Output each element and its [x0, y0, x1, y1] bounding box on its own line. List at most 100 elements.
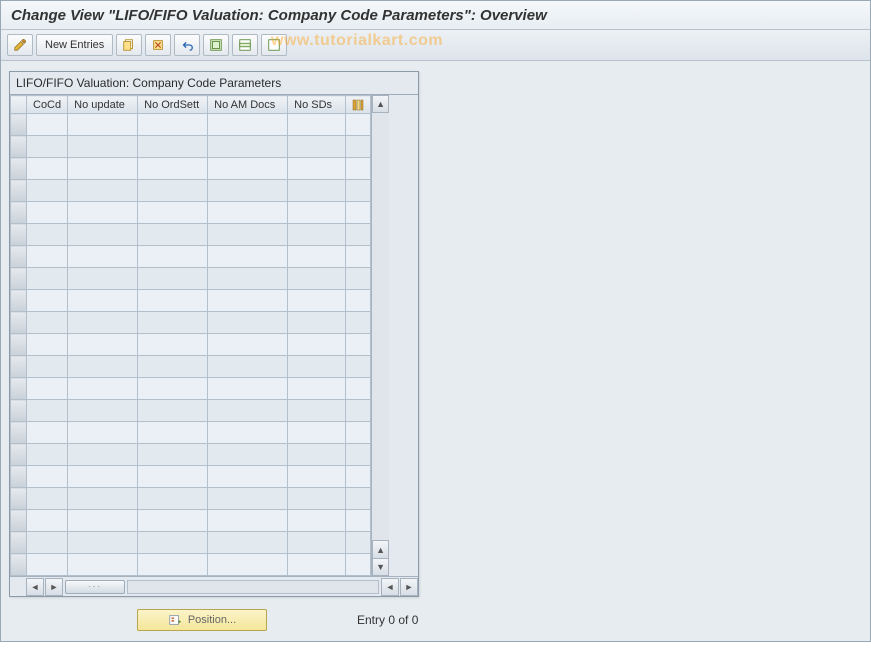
col-header-noordsett[interactable]: No OrdSett	[138, 96, 208, 114]
cell-noamdocs[interactable]	[208, 114, 288, 136]
cell-noamdocs[interactable]	[208, 158, 288, 180]
cell-cocd[interactable]	[27, 554, 68, 576]
cell-cocd[interactable]	[27, 136, 68, 158]
table-row[interactable]	[11, 488, 371, 510]
cell-cocd[interactable]	[27, 532, 68, 554]
cell-noupdate[interactable]	[68, 488, 138, 510]
row-handle[interactable]	[11, 356, 27, 378]
cell-cocd[interactable]	[27, 488, 68, 510]
row-handle[interactable]	[11, 224, 27, 246]
cell-noamdocs[interactable]	[208, 290, 288, 312]
cell-noupdate[interactable]	[68, 202, 138, 224]
cell-noupdate[interactable]	[68, 510, 138, 532]
row-handle[interactable]	[11, 246, 27, 268]
cell-nosds[interactable]	[288, 246, 346, 268]
cell-noupdate[interactable]	[68, 334, 138, 356]
cell-cocd[interactable]	[27, 246, 68, 268]
table-row[interactable]	[11, 334, 371, 356]
select-block-button[interactable]	[232, 34, 258, 56]
cell-cocd[interactable]	[27, 202, 68, 224]
cell-nosds[interactable]	[288, 334, 346, 356]
cell-noordsett[interactable]	[138, 114, 208, 136]
cell-noordsett[interactable]	[138, 466, 208, 488]
scroll-right-end-button[interactable]: ►	[400, 578, 418, 596]
cell-cocd[interactable]	[27, 180, 68, 202]
cell-noupdate[interactable]	[68, 400, 138, 422]
row-handle[interactable]	[11, 202, 27, 224]
cell-noordsett[interactable]	[138, 136, 208, 158]
cell-noordsett[interactable]	[138, 356, 208, 378]
cell-noamdocs[interactable]	[208, 180, 288, 202]
cell-cocd[interactable]	[27, 400, 68, 422]
column-config-button[interactable]	[346, 96, 371, 114]
cell-noordsett[interactable]	[138, 312, 208, 334]
h-scroll-track[interactable]	[127, 580, 379, 594]
cell-cocd[interactable]	[27, 268, 68, 290]
cell-noupdate[interactable]	[68, 532, 138, 554]
scroll-up-button[interactable]: ▲	[372, 95, 389, 113]
cell-nosds[interactable]	[288, 466, 346, 488]
table-row[interactable]	[11, 554, 371, 576]
delete-button[interactable]	[145, 34, 171, 56]
cell-noupdate[interactable]	[68, 554, 138, 576]
cell-noordsett[interactable]	[138, 224, 208, 246]
cell-noordsett[interactable]	[138, 290, 208, 312]
row-handle[interactable]	[11, 114, 27, 136]
cell-cocd[interactable]	[27, 158, 68, 180]
cell-noordsett[interactable]	[138, 268, 208, 290]
cell-noamdocs[interactable]	[208, 268, 288, 290]
cell-noamdocs[interactable]	[208, 510, 288, 532]
cell-noordsett[interactable]	[138, 180, 208, 202]
cell-noordsett[interactable]	[138, 378, 208, 400]
col-header-noupdate[interactable]: No update	[68, 96, 138, 114]
cell-noordsett[interactable]	[138, 202, 208, 224]
cell-noupdate[interactable]	[68, 224, 138, 246]
cell-nosds[interactable]	[288, 378, 346, 400]
cell-noordsett[interactable]	[138, 444, 208, 466]
row-handle[interactable]	[11, 334, 27, 356]
change-display-button[interactable]	[7, 34, 33, 56]
new-entries-button[interactable]: New Entries	[36, 34, 113, 56]
table-row[interactable]	[11, 378, 371, 400]
row-handle[interactable]	[11, 136, 27, 158]
cell-noupdate[interactable]	[68, 312, 138, 334]
copy-as-button[interactable]	[116, 34, 142, 56]
table-row[interactable]	[11, 246, 371, 268]
row-handle[interactable]	[11, 268, 27, 290]
cell-cocd[interactable]	[27, 290, 68, 312]
col-header-noamdocs[interactable]: No AM Docs	[208, 96, 288, 114]
table-row[interactable]	[11, 202, 371, 224]
cell-noordsett[interactable]	[138, 488, 208, 510]
cell-noupdate[interactable]	[68, 136, 138, 158]
cell-nosds[interactable]	[288, 290, 346, 312]
table-row[interactable]	[11, 158, 371, 180]
scroll-left-button[interactable]: ►	[45, 578, 63, 596]
row-handle[interactable]	[11, 400, 27, 422]
cell-nosds[interactable]	[288, 444, 346, 466]
cell-cocd[interactable]	[27, 356, 68, 378]
cell-noordsett[interactable]	[138, 554, 208, 576]
cell-nosds[interactable]	[288, 180, 346, 202]
cell-noamdocs[interactable]	[208, 488, 288, 510]
table-row[interactable]	[11, 290, 371, 312]
h-scroll-thumb[interactable]: ···	[65, 580, 125, 594]
row-handle[interactable]	[11, 532, 27, 554]
cell-cocd[interactable]	[27, 114, 68, 136]
undo-change-button[interactable]	[174, 34, 200, 56]
table-row[interactable]	[11, 510, 371, 532]
cell-noamdocs[interactable]	[208, 422, 288, 444]
col-header-cocd[interactable]: CoCd	[27, 96, 68, 114]
cell-noupdate[interactable]	[68, 246, 138, 268]
cell-noupdate[interactable]	[68, 378, 138, 400]
cell-cocd[interactable]	[27, 422, 68, 444]
cell-noamdocs[interactable]	[208, 356, 288, 378]
position-button[interactable]: Position...	[137, 609, 267, 631]
cell-noamdocs[interactable]	[208, 334, 288, 356]
cell-nosds[interactable]	[288, 532, 346, 554]
cell-noamdocs[interactable]	[208, 444, 288, 466]
cell-noamdocs[interactable]	[208, 224, 288, 246]
v-scroll-track[interactable]	[372, 113, 389, 540]
table-row[interactable]	[11, 356, 371, 378]
cell-noupdate[interactable]	[68, 180, 138, 202]
col-header-nosds[interactable]: No SDs	[288, 96, 346, 114]
